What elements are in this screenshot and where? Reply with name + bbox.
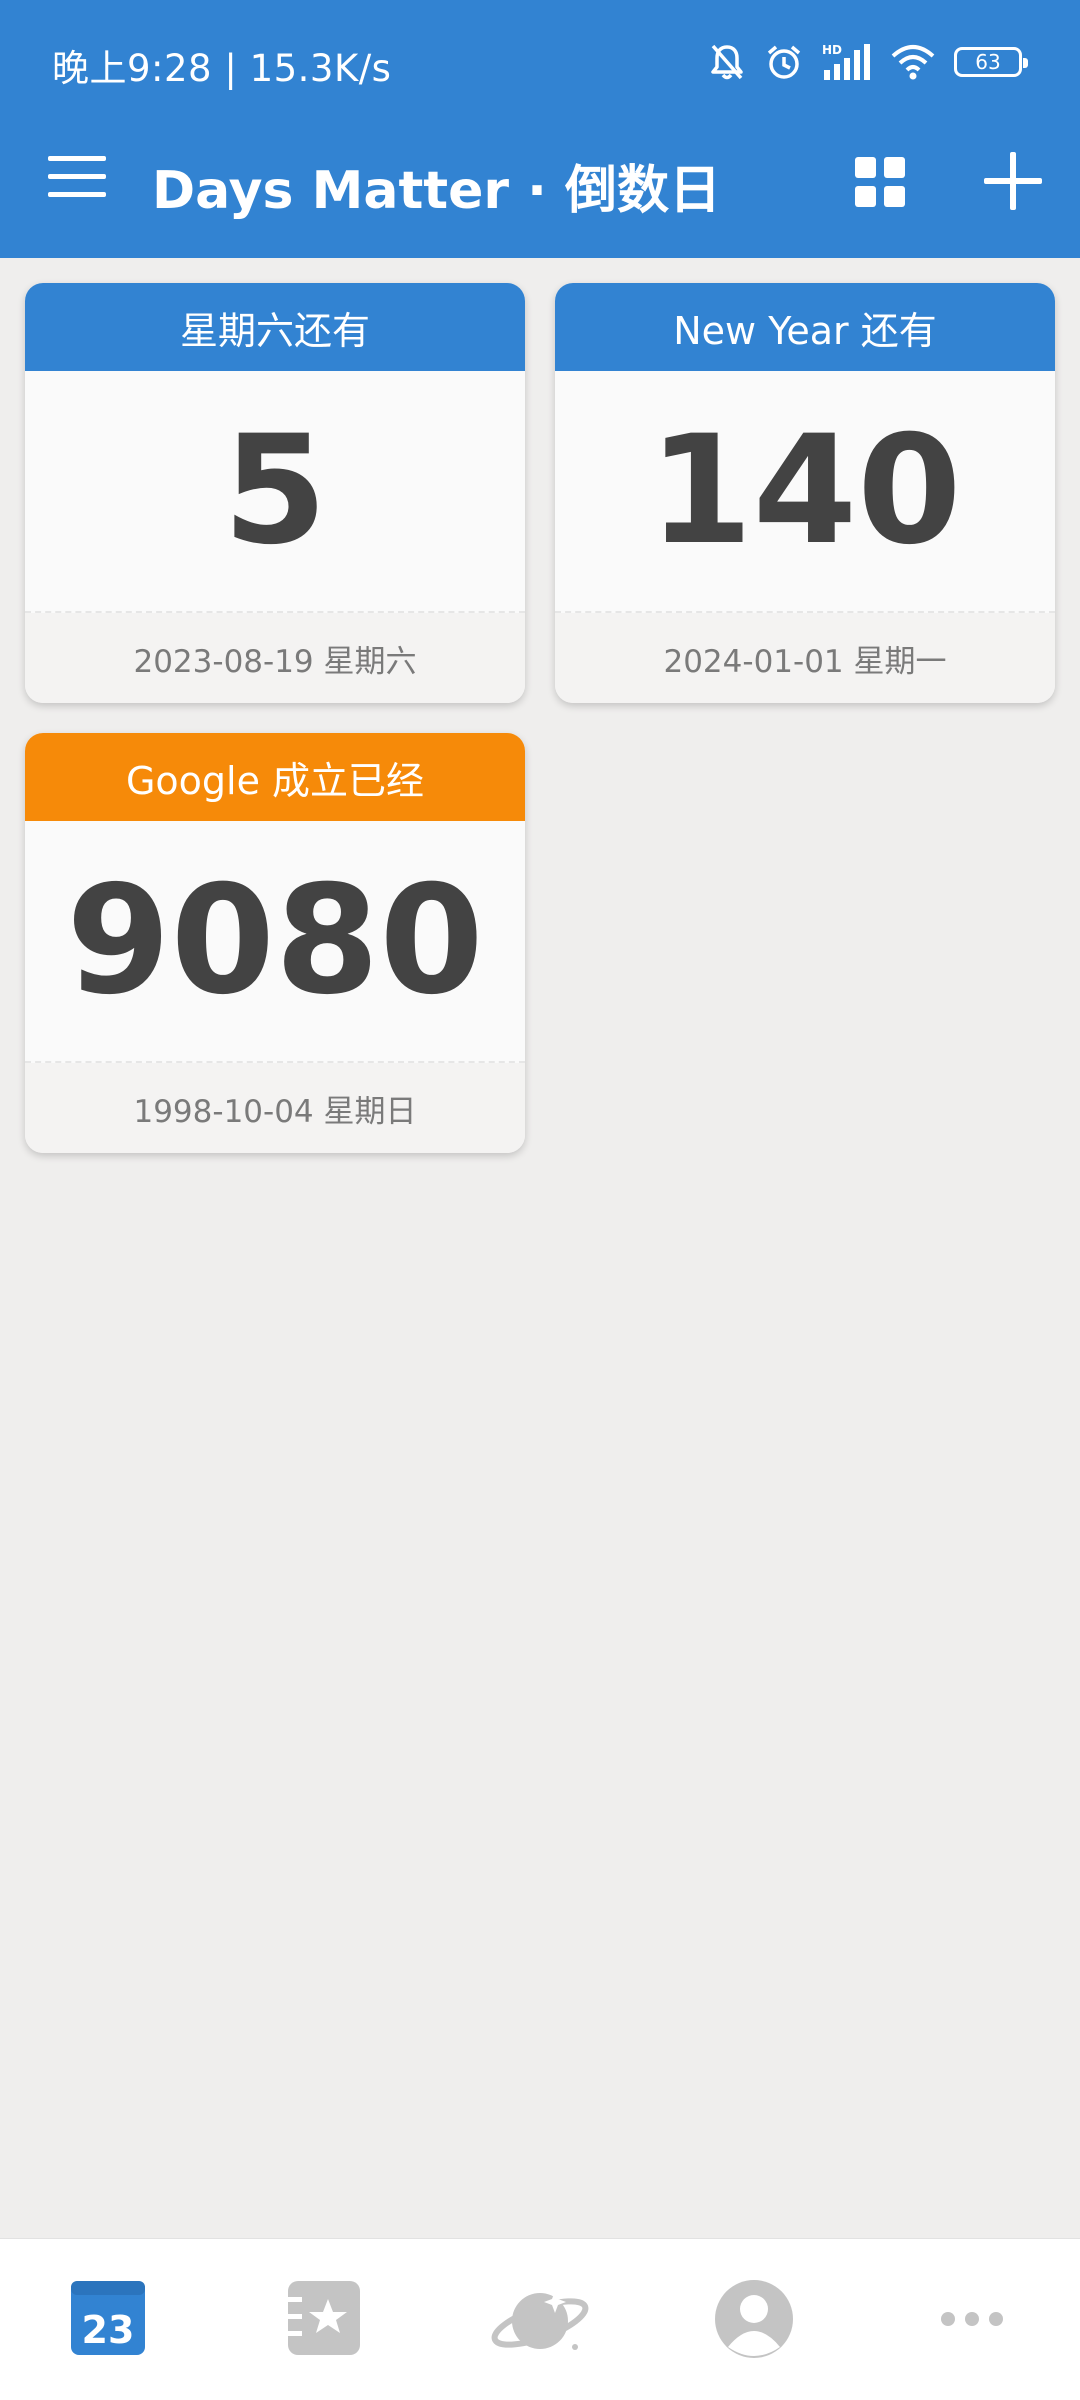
signal-icon: HD [822, 42, 872, 82]
svg-text:23: 23 [82, 2308, 135, 2352]
event-card-date: 2023-08-19 星期六 [25, 613, 525, 703]
more-icon [941, 2312, 1003, 2326]
grid-view-icon-cell [884, 157, 905, 178]
wifi-icon [890, 42, 936, 82]
profile-icon [715, 2280, 793, 2358]
app-title: Days Matter · 倒数日 [152, 161, 722, 221]
top-bar: 晚上9:28 | 15.3K/s HD 63 Days Matter · 倒数日 [0, 0, 1080, 258]
event-card-date: 2024-01-01 星期一 [555, 613, 1055, 703]
event-card[interactable]: New Year 还有 140 2024-01-01 星期一 [555, 283, 1055, 703]
event-card-days: 140 [555, 371, 1055, 613]
calendar-icon: 23 [71, 2281, 145, 2355]
battery-icon: 63 [954, 47, 1028, 77]
menu-icon [48, 156, 106, 161]
nav-discover[interactable] [485, 2269, 595, 2369]
svg-text:HD: HD [822, 43, 842, 57]
menu-icon-line [48, 174, 106, 179]
nav-profile[interactable] [699, 2269, 809, 2369]
starred-list-icon [288, 2281, 360, 2355]
grid-view-button[interactable] [855, 157, 907, 209]
event-card-date: 1998-10-04 星期日 [25, 1063, 525, 1153]
status-time: 晚上9:28 | 15.3K/s [52, 47, 392, 90]
event-card-days: 9080 [25, 821, 525, 1063]
status-icons: HD 63 [708, 38, 1028, 86]
planet-icon [491, 2291, 589, 2350]
grid-view-icon [855, 157, 876, 178]
bottom-navigation: 23 [0, 2238, 1080, 2400]
grid-view-icon-cell [855, 186, 876, 207]
event-card[interactable]: Google 成立已经 9080 1998-10-04 星期日 [25, 733, 525, 1153]
nav-starred[interactable] [268, 2269, 378, 2369]
nav-calendar[interactable]: 23 [53, 2269, 163, 2369]
grid-view-icon-cell [884, 186, 905, 207]
menu-button[interactable] [48, 156, 106, 206]
add-event-button[interactable] [984, 152, 1042, 210]
event-card-title: 星期六还有 [25, 283, 525, 371]
event-card-title: Google 成立已经 [25, 733, 525, 821]
nav-more[interactable] [917, 2269, 1027, 2369]
alarm-icon [764, 42, 804, 82]
event-card[interactable]: 星期六还有 5 2023-08-19 星期六 [25, 283, 525, 703]
event-card-days: 5 [25, 371, 525, 613]
menu-icon-line [48, 192, 106, 197]
mute-bell-icon [708, 42, 746, 82]
event-card-title: New Year 还有 [555, 283, 1055, 371]
